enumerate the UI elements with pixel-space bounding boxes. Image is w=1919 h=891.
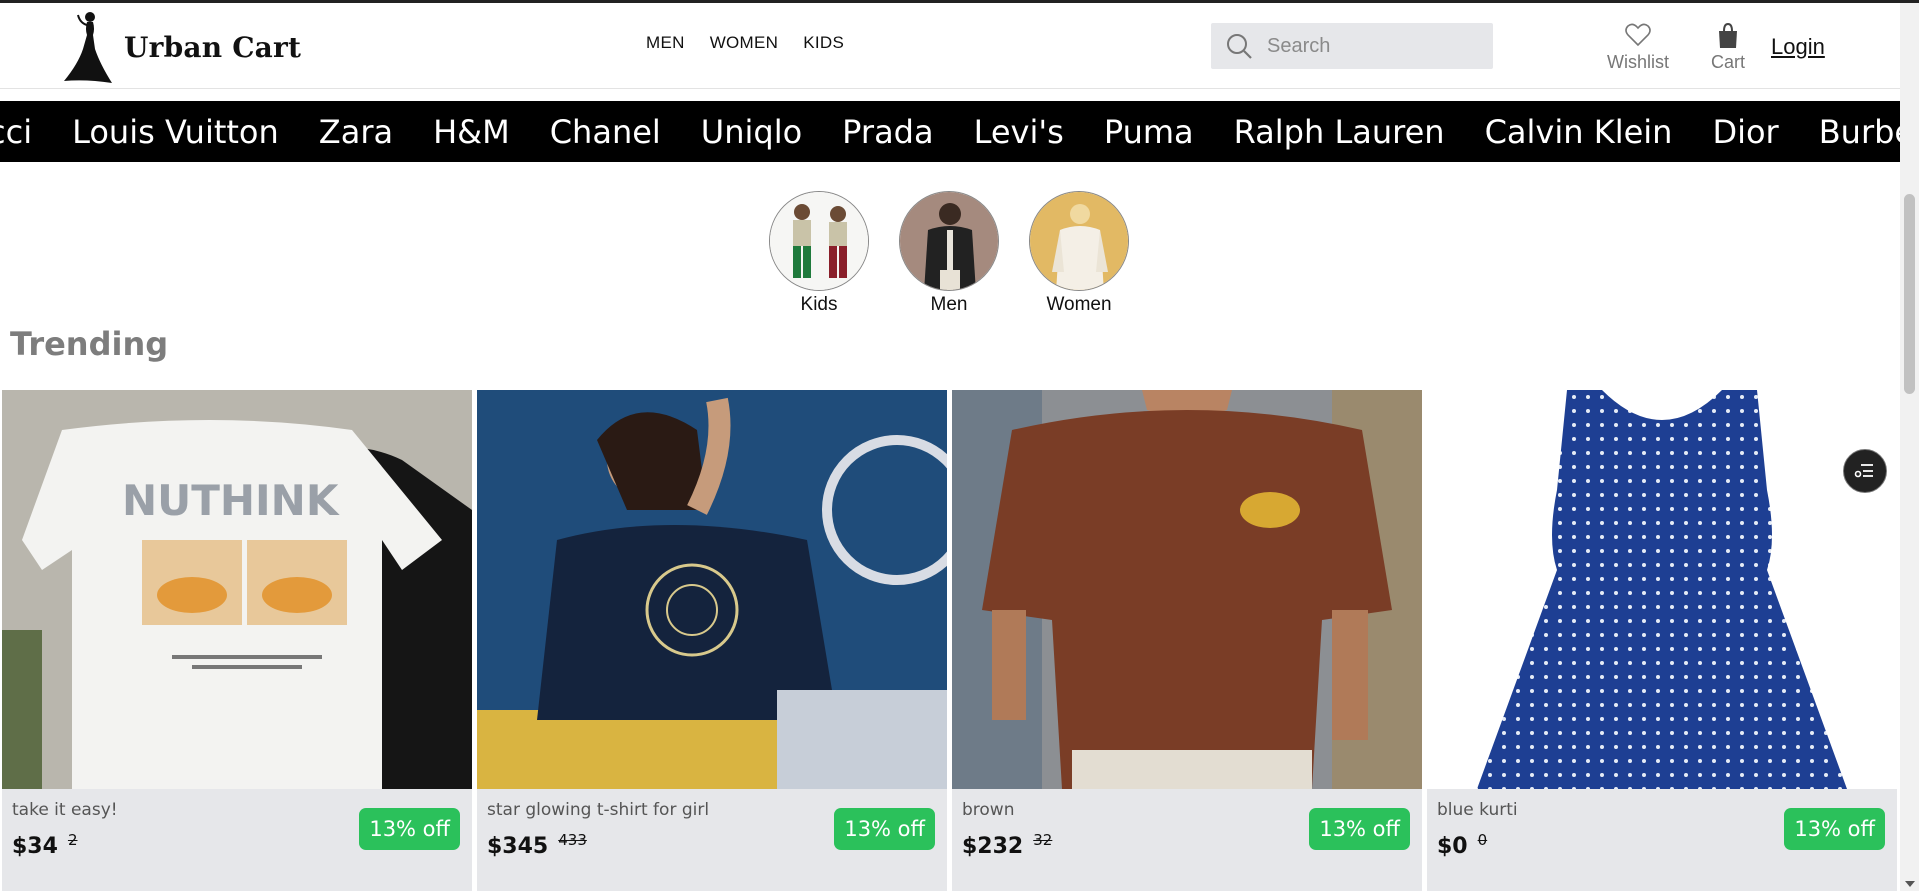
search-icon[interactable] xyxy=(1225,32,1253,60)
cart-label: Cart xyxy=(1711,52,1746,72)
product-grid: NUTHINK take it easy! $34 2 13% off star… xyxy=(2,390,1898,891)
product-price-value: $232 xyxy=(962,834,1024,859)
product-image[interactable] xyxy=(952,390,1422,789)
scroll-down-arrow-icon[interactable] xyxy=(1905,881,1915,887)
product-price: $34 2 xyxy=(12,831,77,859)
discount-badge: 13% off xyxy=(359,808,460,850)
floating-filter-button[interactable] xyxy=(1843,449,1887,493)
category-kids-image xyxy=(769,191,869,291)
category-kids[interactable]: Kids xyxy=(764,191,874,316)
nav-men[interactable]: MEN xyxy=(646,33,685,53)
brand-item[interactable]: H&M xyxy=(433,113,510,151)
product-image[interactable]: NUTHINK xyxy=(2,390,472,789)
product-card[interactable]: blue kurti $0 0 13% off xyxy=(1427,390,1897,891)
brand-item[interactable]: Burberry xyxy=(1819,113,1900,151)
product-old-price: 433 xyxy=(558,831,587,849)
brand-item[interactable]: Ralph Lauren xyxy=(1234,113,1445,151)
product-old-price: 32 xyxy=(1033,831,1053,849)
main-nav: MEN WOMEN KIDS xyxy=(646,33,844,53)
product-old-price: 2 xyxy=(67,831,78,849)
product-price-value: $0 xyxy=(1437,834,1468,859)
brand-item[interactable]: Prada xyxy=(842,113,933,151)
product-price: $0 0 xyxy=(1437,831,1487,859)
product-info: blue kurti $0 0 13% off xyxy=(1427,789,1897,891)
category-women-image xyxy=(1029,191,1129,291)
product-card[interactable]: star glowing t-shirt for girl $345 433 13… xyxy=(477,390,947,891)
product-price: $232 32 xyxy=(962,831,1052,859)
brand-item[interactable]: Calvin Klein xyxy=(1485,113,1673,151)
login-link[interactable]: Login xyxy=(1771,34,1825,60)
product-card[interactable]: NUTHINK take it easy! $34 2 13% off xyxy=(2,390,472,891)
cart-button[interactable]: Cart xyxy=(1711,21,1745,73)
discount-badge: 13% off xyxy=(834,808,935,850)
site-header: Urban Cart MEN WOMEN KIDS Wishlist Cart … xyxy=(0,3,1900,89)
logo-dress-icon xyxy=(64,12,112,83)
brand-item[interactable]: Uniqlo xyxy=(701,113,802,151)
search-input[interactable] xyxy=(1267,34,1487,58)
category-women[interactable]: Women xyxy=(1024,191,1134,316)
nav-women[interactable]: WOMEN xyxy=(710,33,779,53)
brand-item[interactable]: Zara xyxy=(319,113,393,151)
svg-text:NUTHINK: NUTHINK xyxy=(122,476,340,525)
discount-badge: 13% off xyxy=(1784,808,1885,850)
product-old-price: 0 xyxy=(1477,831,1488,849)
brand-item[interactable]: Louis Vuitton xyxy=(72,113,279,151)
search-box[interactable] xyxy=(1211,23,1493,69)
category-men[interactable]: Men xyxy=(894,191,1004,316)
brand-marquee: cci Louis Vuitton Zara H&M Chanel Uniqlo… xyxy=(0,101,1900,162)
product-name[interactable]: blue kurti xyxy=(1437,800,1518,820)
category-label: Men xyxy=(930,294,968,315)
product-image[interactable] xyxy=(477,390,947,789)
product-price: $345 433 xyxy=(487,831,587,859)
product-name[interactable]: brown xyxy=(962,800,1015,820)
wishlist-button[interactable]: Wishlist xyxy=(1607,21,1669,73)
product-name[interactable]: take it easy! xyxy=(12,800,118,820)
wishlist-label: Wishlist xyxy=(1607,52,1669,72)
category-label: Kids xyxy=(800,294,838,315)
product-info: take it easy! $34 2 13% off xyxy=(2,789,472,891)
brand-item[interactable]: Dior xyxy=(1712,113,1778,151)
product-info: brown $232 32 13% off xyxy=(952,789,1422,891)
product-image[interactable] xyxy=(1427,390,1897,789)
heart-icon xyxy=(1625,23,1651,47)
category-label: Women xyxy=(1046,294,1112,315)
filter-list-icon xyxy=(1854,464,1873,478)
section-title: Trending xyxy=(10,325,169,363)
shopping-bag-icon xyxy=(1719,22,1737,48)
product-info: star glowing t-shirt for girl $345 433 13… xyxy=(477,789,947,891)
brand-item[interactable]: Chanel xyxy=(550,113,661,151)
brand-item[interactable]: cci xyxy=(0,113,32,151)
product-name[interactable]: star glowing t-shirt for girl xyxy=(487,800,709,820)
scrollbar-thumb[interactable] xyxy=(1904,194,1915,394)
category-men-image xyxy=(899,191,999,291)
brand-name: Urban Cart xyxy=(124,30,302,64)
page-scrollbar[interactable] xyxy=(1900,3,1919,891)
nav-kids[interactable]: KIDS xyxy=(803,33,844,53)
product-price-value: $345 xyxy=(487,834,549,859)
product-price-value: $34 xyxy=(12,834,58,859)
product-card[interactable]: brown $232 32 13% off xyxy=(952,390,1422,891)
brand-item[interactable]: Levi's xyxy=(974,113,1064,151)
discount-badge: 13% off xyxy=(1309,808,1410,850)
logo[interactable]: Urban Cart xyxy=(58,9,301,85)
brand-item[interactable]: Puma xyxy=(1104,113,1194,151)
